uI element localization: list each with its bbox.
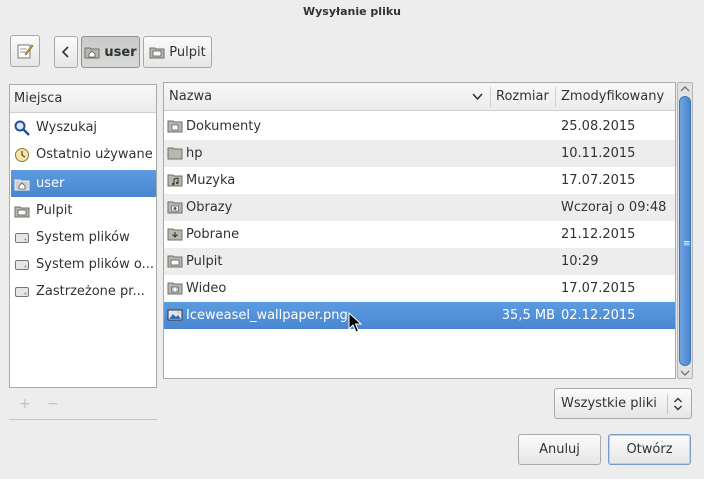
- sidebar-item-pulpit[interactable]: Pulpit: [11, 197, 156, 224]
- sidebar-item-label: Wyszukaj: [36, 120, 98, 135]
- edit-location-button[interactable]: [10, 35, 40, 67]
- file-modified: 17.07.2015: [561, 281, 636, 296]
- file-list[interactable]: Nazwa Rozmiar Zmodyfikowany Dokumenty 25…: [163, 82, 676, 379]
- drive-icon: [15, 286, 29, 297]
- file-size: [490, 275, 555, 302]
- file-name: Pulpit: [186, 254, 223, 269]
- column-header-size[interactable]: Rozmiar: [491, 83, 549, 111]
- sort-chevron-down-icon: [472, 93, 483, 101]
- drive-icon: [15, 259, 29, 270]
- sidebar-item-user[interactable]: user: [11, 170, 156, 197]
- file-size: [490, 194, 555, 221]
- crumb-pulpit-label: Pulpit: [169, 44, 206, 60]
- file-row-hp[interactable]: hp 10.11.2015: [164, 140, 675, 167]
- file-type-filter-label: Wszystkie pliki: [561, 396, 657, 411]
- desktop-folder-icon: [149, 47, 165, 59]
- file-row-wideo[interactable]: Wideo 17.07.2015: [164, 275, 675, 302]
- sidebar-item-label: user: [36, 176, 65, 191]
- file-name: hp: [186, 146, 203, 161]
- crumb-pulpit[interactable]: Pulpit: [143, 36, 212, 68]
- file-name: Pobrane: [186, 227, 240, 242]
- documents-folder-icon: [167, 120, 183, 133]
- select-divider: [667, 394, 668, 414]
- column-header-name[interactable]: Nazwa: [164, 83, 490, 111]
- file-size: [490, 167, 555, 194]
- edit-pencil-icon: [17, 44, 34, 59]
- places-sidebar: Miejsca Wyszukaj Ostatnio używane user P…: [9, 84, 157, 388]
- file-name: Dokumenty: [186, 119, 262, 134]
- file-name: Muzyka: [186, 173, 236, 188]
- downloads-folder-icon: [167, 228, 183, 241]
- sidebar-item-label: Ostatnio używane: [36, 147, 153, 162]
- file-name: Obrazy: [186, 200, 233, 215]
- sidebar-divider: [9, 419, 157, 420]
- image-file-icon: [167, 309, 183, 321]
- sidebar-item-filesystem-2[interactable]: System plików o...: [11, 251, 156, 278]
- file-name: Wideo: [186, 281, 227, 296]
- file-name: Iceweasel_wallpaper.png: [186, 308, 348, 323]
- crumb-user[interactable]: user: [81, 36, 140, 68]
- updown-chevron-icon: [674, 397, 682, 411]
- file-list-scrollbar[interactable]: ≡: [677, 82, 693, 379]
- chevron-left-icon: [61, 46, 69, 58]
- file-row-dokumenty[interactable]: Dokumenty 25.08.2015: [164, 113, 675, 140]
- file-row-obrazy[interactable]: Obrazy Wczoraj o 09:48: [164, 194, 675, 221]
- desktop-folder-icon: [167, 255, 183, 268]
- desktop-folder-icon: [14, 206, 30, 217]
- recent-clock-icon: [15, 147, 29, 162]
- home-folder-icon: [84, 47, 100, 59]
- file-row-muzyka[interactable]: Muzyka 17.07.2015: [164, 167, 675, 194]
- sidebar-item-label: Pulpit: [36, 203, 73, 218]
- back-button[interactable]: [54, 36, 78, 68]
- file-size: [490, 248, 555, 275]
- places-header: Miejsca: [10, 85, 156, 113]
- file-row-pulpit[interactable]: Pulpit 10:29: [164, 248, 675, 275]
- file-modified: 25.08.2015: [561, 119, 636, 134]
- open-button[interactable]: Otwórz: [608, 434, 691, 465]
- remove-bookmark-button[interactable]: −: [47, 396, 59, 412]
- window-title: Wysyłanie pliku: [303, 5, 401, 18]
- file-row-pobrane[interactable]: Pobrane 21.12.2015: [164, 221, 675, 248]
- file-list-header: Nazwa Rozmiar Zmodyfikowany: [164, 83, 675, 111]
- file-size: [490, 221, 555, 248]
- add-bookmark-button[interactable]: +: [19, 396, 31, 412]
- column-header-name-label: Nazwa: [169, 89, 213, 104]
- file-size: [490, 140, 555, 167]
- scroll-down-arrow-icon: [680, 370, 690, 376]
- drive-icon: [15, 232, 29, 243]
- file-size: 35,5 MB: [501, 308, 555, 323]
- file-modified: Wczoraj o 09:48: [561, 200, 667, 215]
- file-size: [490, 113, 555, 140]
- sidebar-item-label: Zastrzeżone pr...: [36, 284, 145, 299]
- file-modified: 10:29: [561, 254, 599, 269]
- search-icon: [14, 120, 30, 136]
- file-modified: 21.12.2015: [561, 227, 636, 242]
- sidebar-item-label: System plików: [36, 230, 130, 245]
- file-type-filter-select[interactable]: Wszystkie pliki: [554, 388, 692, 419]
- column-header-modified[interactable]: Zmodyfikowany: [556, 83, 664, 111]
- file-row-iceweasel-wallpaper[interactable]: Iceweasel_wallpaper.png 35,5 MB 02.12.20…: [164, 302, 675, 329]
- scrollbar-grip-icon: ≡: [683, 239, 691, 249]
- crumb-user-label: user: [104, 44, 137, 60]
- scrollbar-thumb[interactable]: ≡: [679, 96, 691, 366]
- mouse-pointer-icon: [348, 312, 362, 333]
- sidebar-item-label: System plików o...: [36, 257, 154, 272]
- file-modified: 17.07.2015: [561, 173, 636, 188]
- sidebar-item-filesystem[interactable]: System plików: [11, 224, 156, 251]
- folder-icon: [167, 147, 183, 160]
- video-folder-icon: [167, 282, 183, 295]
- sidebar-item-reserved[interactable]: Zastrzeżone pr...: [11, 278, 156, 305]
- file-modified: 02.12.2015: [561, 308, 636, 323]
- sidebar-item-recent[interactable]: Ostatnio używane: [11, 141, 156, 168]
- cancel-button[interactable]: Anuluj: [518, 434, 601, 465]
- pictures-folder-icon: [167, 201, 183, 214]
- file-modified: 10.11.2015: [561, 146, 636, 161]
- sidebar-item-search[interactable]: Wyszukaj: [11, 114, 156, 141]
- music-folder-icon: [167, 174, 183, 187]
- home-folder-icon: [14, 179, 30, 190]
- scroll-up-arrow-icon: [680, 86, 690, 92]
